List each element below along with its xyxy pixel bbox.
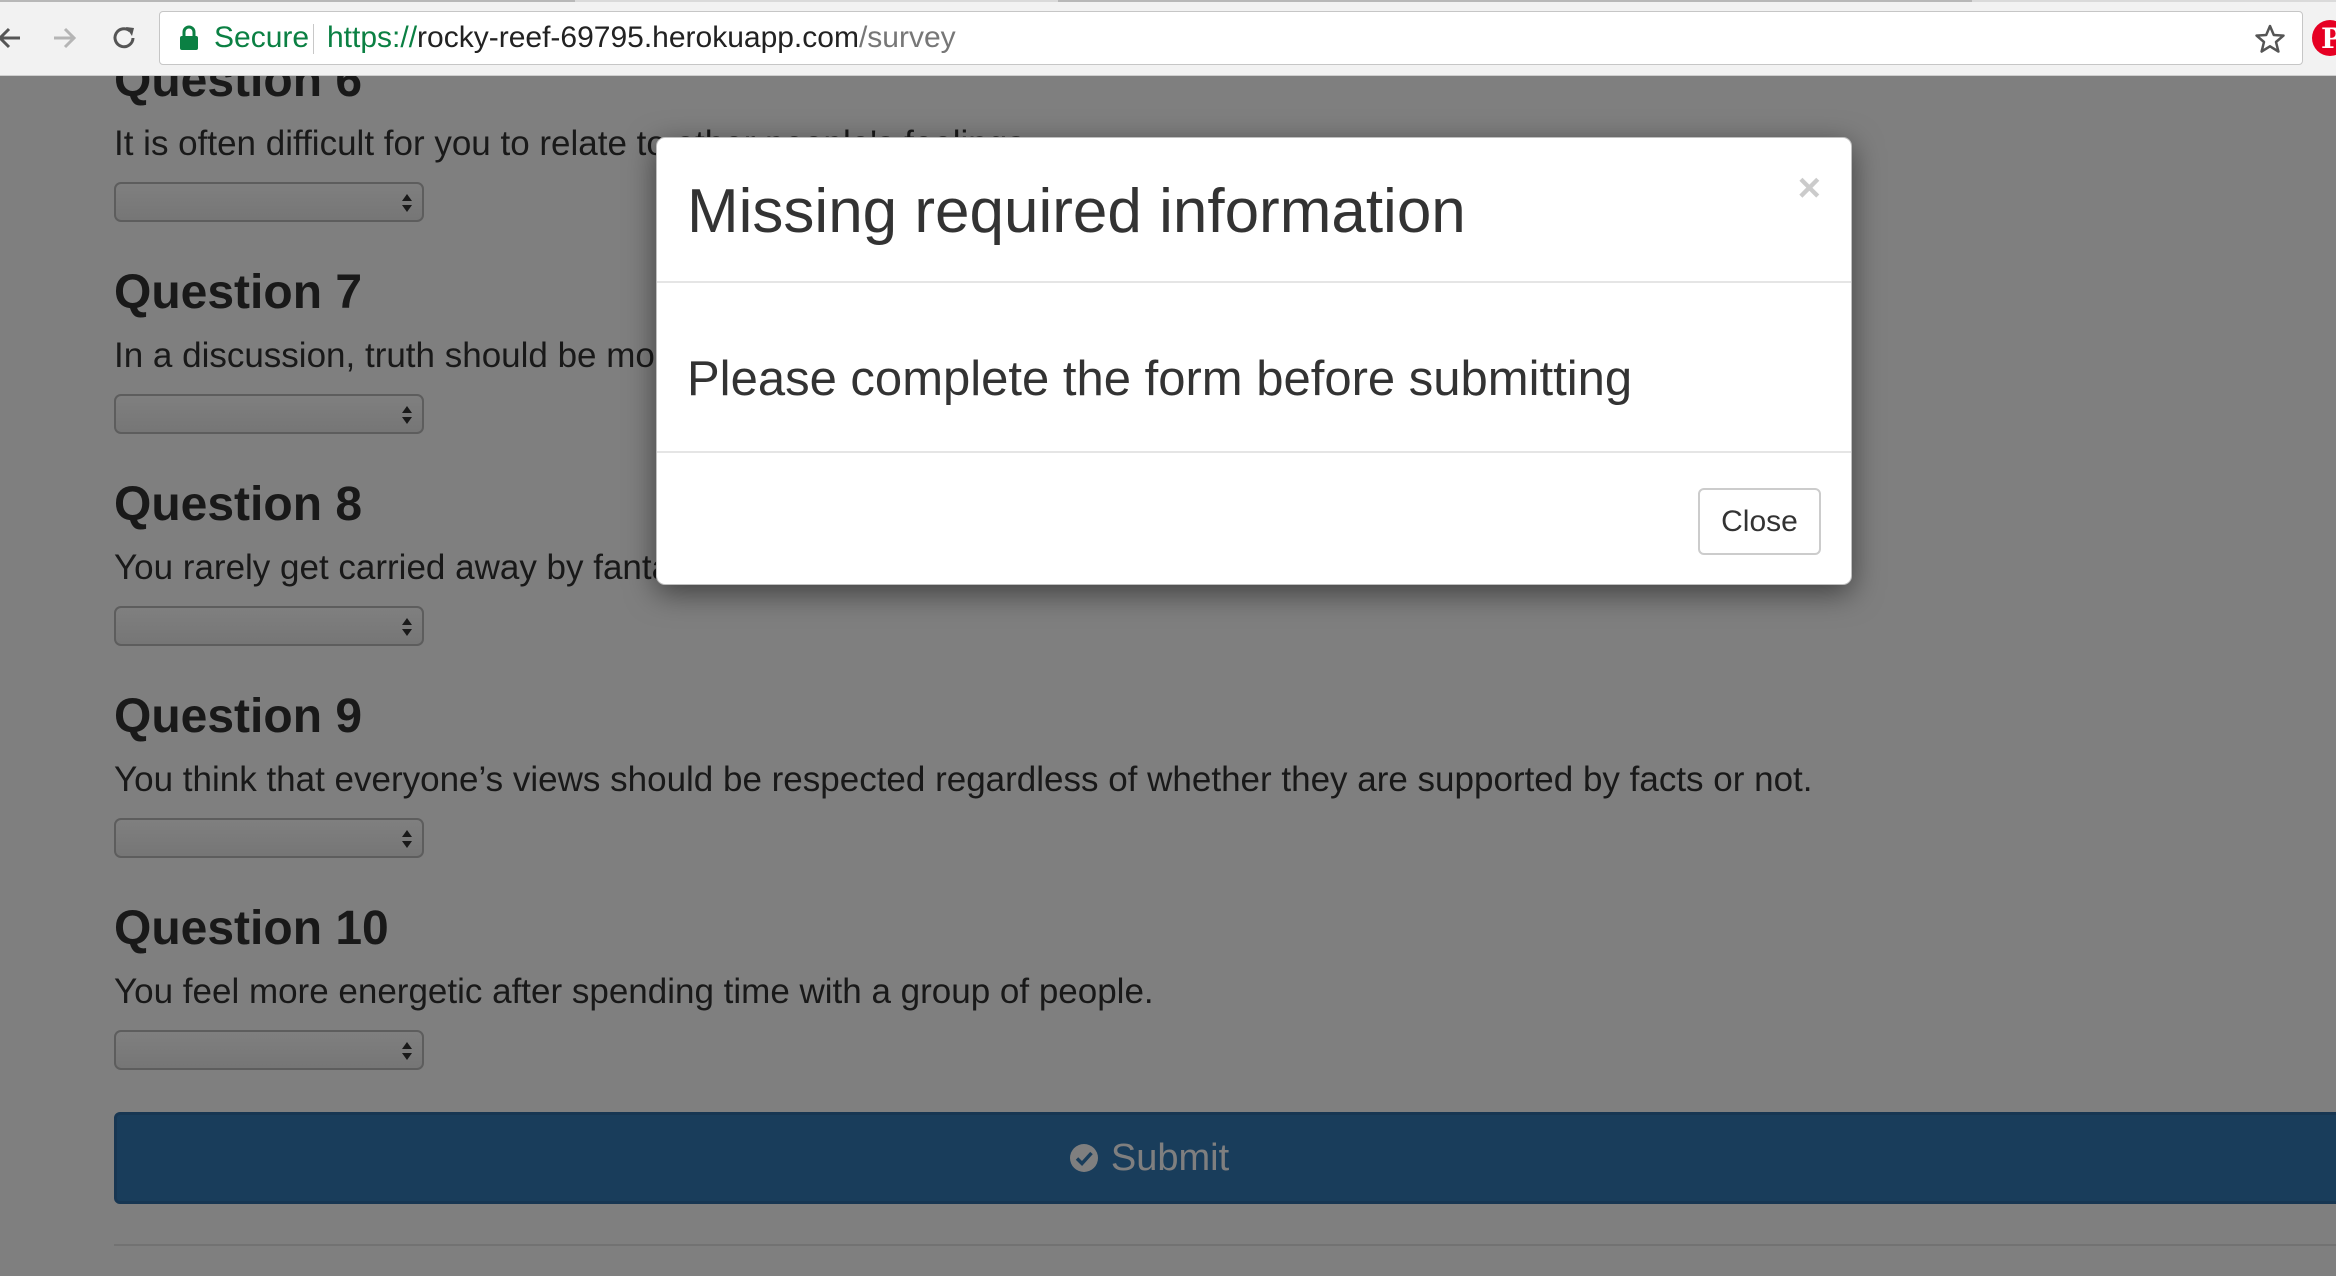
modal-title: Missing required information (687, 177, 1466, 246)
reload-button[interactable] (104, 18, 144, 58)
url-host: rocky-reef-69795.herokuapp.com (417, 21, 859, 54)
tab-indicator (1058, 0, 1972, 2)
forward-button[interactable] (44, 18, 84, 58)
pinterest-icon[interactable]: P (2312, 20, 2336, 56)
address-separator (313, 24, 314, 54)
lock-icon (180, 25, 198, 50)
modal-header: Missing required information × (657, 138, 1851, 283)
back-button[interactable] (0, 18, 30, 58)
tab-indicator (0, 0, 575, 2)
address-bar[interactable]: Secure https://rocky-reef-69795.herokuap… (159, 11, 2303, 65)
url-text[interactable]: https://rocky-reef-69795.herokuapp.com/s… (327, 12, 956, 64)
missing-info-modal: Missing required information × Please co… (656, 137, 1852, 585)
star-icon[interactable] (2254, 23, 2286, 55)
reload-icon (113, 27, 135, 49)
modal-body: Please complete the form before submitti… (657, 283, 1851, 453)
browser-toolbar: Secure https://rocky-reef-69795.herokuap… (0, 0, 2336, 76)
secure-label: Secure (214, 21, 310, 54)
url-scheme: https:// (327, 21, 418, 54)
back-arrow-icon (0, 27, 20, 49)
modal-close-button[interactable]: Close (1698, 488, 1821, 555)
forward-arrow-icon (54, 27, 77, 49)
url-path: /survey (858, 21, 956, 54)
modal-message: Please complete the form before submitti… (687, 352, 1633, 406)
security-indicator[interactable]: Secure (178, 12, 309, 64)
modal-close-icon[interactable]: × (1798, 168, 1821, 208)
